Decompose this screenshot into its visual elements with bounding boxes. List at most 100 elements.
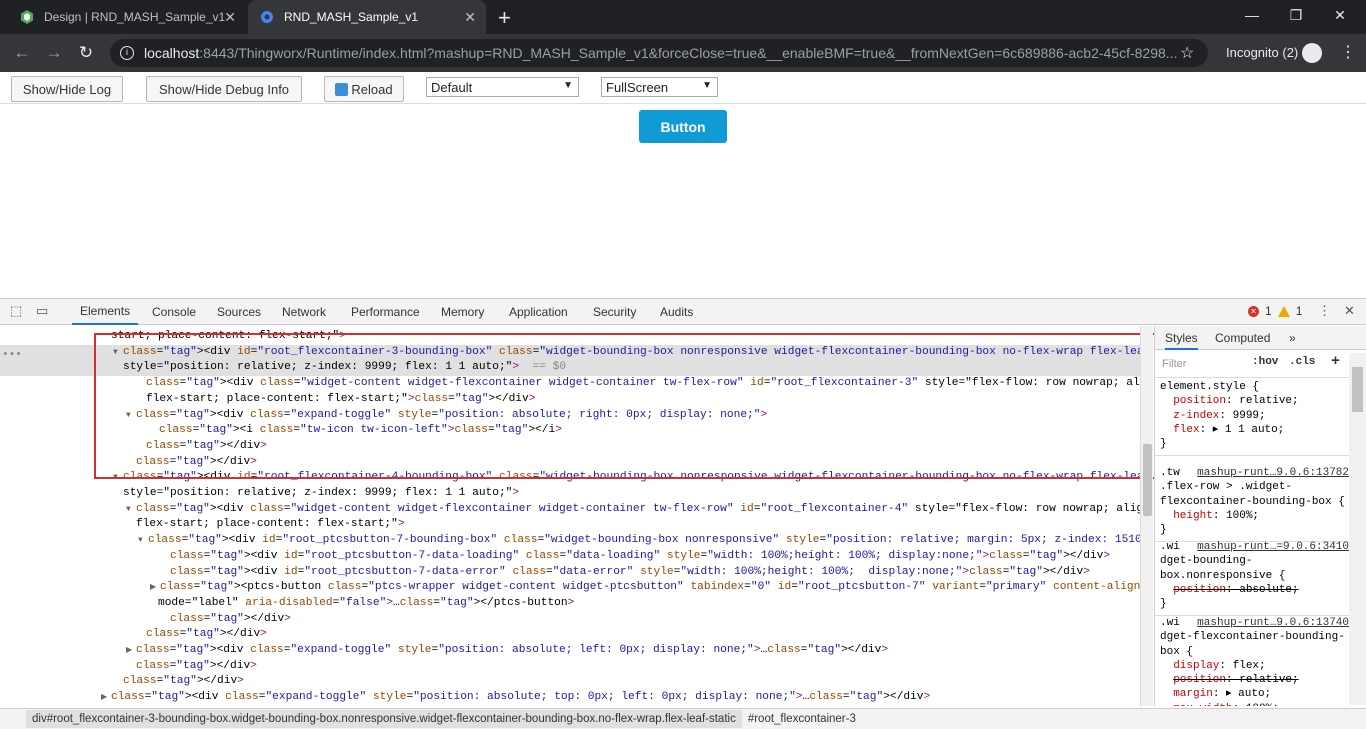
- collapse-toggle-icon[interactable]: ▼: [113, 470, 118, 486]
- settings-menu-icon[interactable]: ⋮: [1318, 303, 1331, 319]
- dom-node-line[interactable]: class="tag"></div>: [0, 439, 1140, 455]
- tab-computed[interactable]: Computed: [1215, 331, 1270, 345]
- dom-node-text: class="tag"></div>: [136, 659, 257, 672]
- expand-toggle-icon[interactable]: ▶: [101, 690, 107, 706]
- collapse-toggle-icon[interactable]: ▼: [113, 345, 118, 361]
- tab-runtime[interactable]: RND_MASH_Sample_v1 ✕: [248, 0, 486, 34]
- css-rule[interactable]: .wi dget-bounding- box.nonresponsive { p…: [1155, 538, 1351, 617]
- dom-node-line[interactable]: style="position: relative; z-index: 9999…: [0, 360, 1140, 377]
- breadcrumb-item[interactable]: #root_flexcontainer-3: [742, 713, 862, 725]
- dom-node-text: style="position: relative; z-index: 9999…: [123, 487, 520, 499]
- dom-node-line[interactable]: ▶ class="tag"><div class="expand-toggle" …: [0, 643, 1140, 659]
- mode-select[interactable]: FullScreen ▼: [601, 77, 718, 97]
- tab-title: RND_MASH_Sample_v1: [284, 10, 419, 24]
- rule-source-link[interactable]: mashup-runt…9.0.6:13740: [1197, 616, 1349, 630]
- css-rule[interactable]: .tw .flex-row > .widget- flexcontainer-b…: [1155, 464, 1351, 543]
- theme-select[interactable]: Default ▼: [426, 77, 579, 97]
- url-path: :8443/Thingworx/Runtime/index.html?mashu…: [199, 45, 1178, 61]
- expand-toggle-icon[interactable]: ▶: [150, 580, 156, 596]
- dom-node-line[interactable]: ▼ class="tag"><div class="widget-content …: [0, 502, 1140, 518]
- add-rule-icon[interactable]: +: [1331, 353, 1340, 370]
- breadcrumb: div#root_flexcontainer-3-bounding-box.wi…: [0, 708, 1366, 729]
- tab-performance[interactable]: Performance: [351, 299, 420, 325]
- dom-node-line[interactable]: class="tag"></div>: [0, 659, 1140, 675]
- tab-sources[interactable]: Sources: [217, 299, 261, 325]
- tab-console[interactable]: Console: [152, 299, 196, 325]
- error-warning-counts[interactable]: ✕ 1 1: [1248, 304, 1302, 318]
- tab-audits[interactable]: Audits: [660, 299, 693, 325]
- dom-node-line[interactable]: class="tag"></div>: [0, 627, 1140, 643]
- collapse-toggle-icon[interactable]: ▼: [126, 408, 131, 424]
- cls-toggle[interactable]: .cls: [1289, 356, 1315, 368]
- dom-node-line[interactable]: mode="label" aria-disabled="false">…clas…: [0, 596, 1140, 612]
- forward-icon[interactable]: →: [42, 41, 66, 65]
- dom-scrollbar[interactable]: [1140, 326, 1153, 706]
- breadcrumb-item[interactable]: div#root_flexcontainer-3-bounding-box.wi…: [26, 710, 742, 728]
- chevron-down-icon: ▼: [563, 80, 573, 91]
- reload-button[interactable]: Reload: [324, 76, 404, 102]
- dom-node-line[interactable]: ▼ class="tag"><div id="root_flexcontainer…: [0, 470, 1140, 486]
- rule-source-link[interactable]: mashup-runt…=9.0.6:3410: [1197, 540, 1349, 554]
- css-rule[interactable]: element.style { position: relative; z-in…: [1155, 378, 1351, 457]
- close-window-icon[interactable]: ✕: [1318, 0, 1362, 30]
- minimize-icon[interactable]: —: [1230, 0, 1274, 30]
- collapse-toggle-icon[interactable]: ▼: [126, 502, 131, 518]
- info-icon[interactable]: i: [120, 46, 134, 60]
- dom-node-line[interactable]: class="tag"><div id="root_ptcsbutton-7-d…: [0, 565, 1140, 581]
- maximize-icon[interactable]: ❐: [1274, 0, 1318, 30]
- back-icon[interactable]: ←: [10, 41, 34, 65]
- tab-design[interactable]: Design | RND_MASH_Sample_v1 ✕: [8, 0, 246, 34]
- more-icon[interactable]: •••: [2, 348, 22, 364]
- dom-node-line[interactable]: class="tag"></div>: [0, 455, 1140, 471]
- new-tab-icon[interactable]: +: [498, 5, 511, 31]
- dom-node-line[interactable]: ▼ class="tag"><div id="root_ptcsbutton-7-…: [0, 533, 1140, 549]
- star-icon[interactable]: ☆: [1180, 43, 1194, 63]
- dom-node-line[interactable]: class="tag"></div>: [0, 674, 1140, 690]
- reload-icon: [335, 82, 349, 96]
- close-icon[interactable]: ✕: [464, 9, 476, 26]
- reload-icon[interactable]: ↻: [74, 41, 98, 65]
- dom-node-line[interactable]: style="position: relative; z-index: 9999…: [0, 486, 1140, 502]
- dom-node-line[interactable]: class="tag"></div>: [0, 612, 1140, 628]
- dom-node-line[interactable]: flex-start; place-content: flex-start;">…: [0, 392, 1140, 408]
- incognito-icon[interactable]: [1302, 43, 1322, 63]
- dom-node-line[interactable]: ▶ class="tag"><ptcs-button class="ptcs-wr…: [0, 580, 1140, 596]
- url-input[interactable]: i localhost:8443/Thingworx/Runtime/index…: [110, 39, 1208, 67]
- dom-node-line[interactable]: class="tag"><div class="widget-content w…: [0, 376, 1140, 392]
- tab-memory[interactable]: Memory: [441, 299, 484, 325]
- tab-security[interactable]: Security: [593, 299, 636, 325]
- dom-node-text: class="tag"><div class="expand-toggle" s…: [136, 408, 768, 421]
- collapse-toggle-icon[interactable]: ▼: [138, 533, 143, 549]
- dom-node-line[interactable]: flex-start; place-content: flex-start;">: [0, 517, 1140, 533]
- close-icon[interactable]: ✕: [1344, 303, 1355, 319]
- dom-node-line[interactable]: start; place-content: flex-start;">: [0, 329, 1140, 345]
- scroll-thumb[interactable]: [1352, 367, 1363, 412]
- more-tabs-icon[interactable]: »: [1289, 331, 1296, 345]
- close-icon[interactable]: ✕: [224, 9, 236, 26]
- show-hide-debug-button[interactable]: Show/Hide Debug Info: [146, 76, 302, 102]
- hov-toggle[interactable]: :hov: [1252, 356, 1278, 368]
- styles-scrollbar[interactable]: [1349, 353, 1366, 705]
- scroll-thumb[interactable]: [1143, 444, 1152, 516]
- mashup-button[interactable]: Button: [639, 110, 727, 143]
- device-toggle-icon[interactable]: ▭: [36, 303, 48, 319]
- dom-node-line[interactable]: ▶ class="tag"><div class="expand-toggle" …: [0, 690, 1140, 706]
- dom-node-text: class="tag"><div id="root_flexcontainer-…: [123, 471, 1140, 484]
- reload-label: Reload: [351, 81, 393, 97]
- dom-node-line[interactable]: ▼ class="tag"><div id="root_flexcontainer…: [0, 344, 1140, 361]
- css-rule[interactable]: .wi dget-flexcontainer-bounding- box { d…: [1155, 614, 1351, 706]
- expand-toggle-icon[interactable]: ▶: [126, 643, 132, 659]
- dom-node-line[interactable]: class="tag"><i class="tw-icon tw-icon-le…: [0, 423, 1140, 439]
- rule-source-link[interactable]: mashup-runt…9.0.6:13782: [1197, 466, 1349, 480]
- dom-node-line[interactable]: class="tag"><div id="root_ptcsbutton-7-d…: [0, 549, 1140, 565]
- inspect-icon[interactable]: ⬚: [10, 303, 22, 319]
- tab-elements[interactable]: Elements: [72, 299, 139, 325]
- tab-network[interactable]: Network: [282, 299, 326, 325]
- menu-icon[interactable]: ⋮: [1340, 42, 1356, 62]
- show-hide-log-button[interactable]: Show/Hide Log: [11, 76, 123, 102]
- filter-input[interactable]: Filter: [1162, 358, 1186, 370]
- tab-styles[interactable]: Styles: [1165, 331, 1198, 350]
- dom-tree[interactable]: start; place-content: flex-start;"> ▼ clas…: [0, 326, 1140, 706]
- tab-application[interactable]: Application: [509, 299, 568, 325]
- dom-node-line[interactable]: ▼ class="tag"><div class="expand-toggle" …: [0, 408, 1140, 424]
